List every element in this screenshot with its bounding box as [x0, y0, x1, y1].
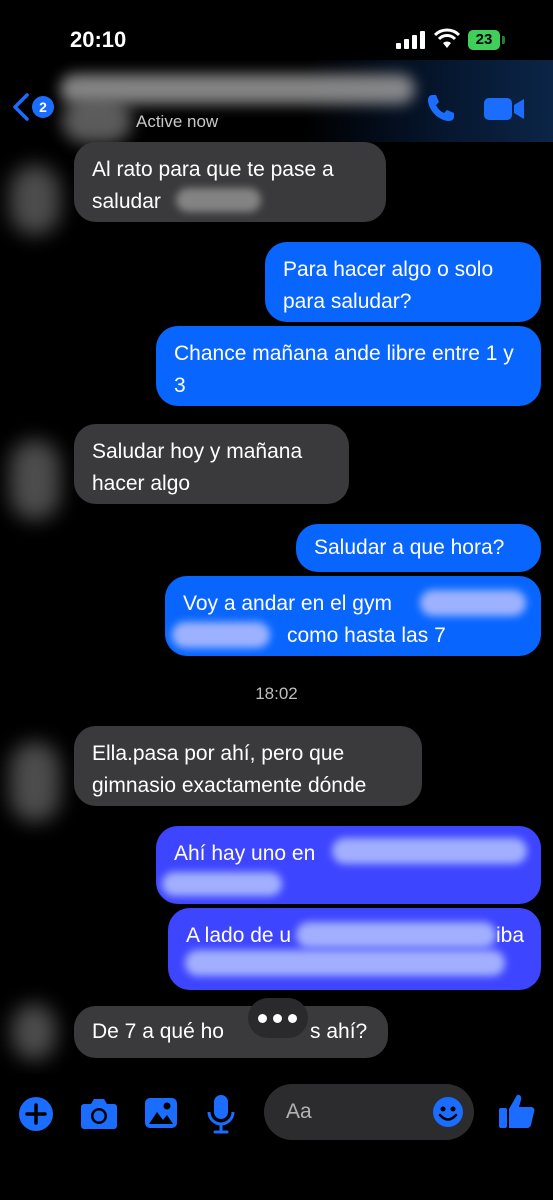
message-input-placeholder: Aa [286, 1100, 312, 1123]
outgoing-message[interactable]: Para hacer algo o solo para saludar? [265, 242, 541, 322]
phone-call-icon[interactable] [425, 92, 457, 124]
redacted-text [185, 950, 505, 976]
message-text: Chance mañana ande libre entre 1 y 3 [174, 342, 514, 397]
sender-avatar[interactable] [10, 165, 60, 235]
incoming-message[interactable]: Ella.pasa por ahí, pero que gimnasio exa… [74, 726, 422, 806]
incoming-message[interactable]: De 7 a qué ho s ahí? [74, 1006, 388, 1058]
status-time: 20:10 [70, 27, 127, 52]
redacted-text [332, 838, 527, 864]
message-timestamp: 18:02 [255, 684, 298, 703]
message-text-fragment: s ahí? [310, 1020, 368, 1043]
message-text-fragment: iba [496, 924, 525, 947]
sender-avatar[interactable] [10, 440, 60, 520]
redacted-text [162, 872, 282, 896]
redacted-text [172, 622, 270, 648]
outgoing-message[interactable]: Saludar a que hora? [296, 524, 541, 572]
message-text: De 7 a qué ho [92, 1020, 224, 1043]
battery-indicator: 23 [468, 30, 500, 50]
incoming-message[interactable]: Saludar hoy y mañana hacer algo [74, 424, 349, 504]
message-text: Saludar a que hora? [314, 536, 505, 559]
wifi-icon [434, 28, 460, 48]
message-text: Saludar hoy y mañana hacer algo [92, 440, 303, 495]
video-call-icon[interactable] [483, 94, 525, 124]
active-status: Active now [136, 112, 219, 131]
typing-indicator [248, 998, 308, 1038]
redacted-text [296, 922, 496, 948]
redacted-text [420, 590, 526, 616]
cellular-signal-icon [396, 31, 426, 49]
plus-icon[interactable] [18, 1096, 54, 1132]
camera-icon[interactable] [80, 1096, 118, 1130]
unread-count-badge[interactable]: 2 [32, 96, 54, 118]
back-chevron-icon[interactable] [10, 92, 32, 122]
message-text: A lado de u [186, 924, 292, 947]
redacted-text [176, 188, 261, 212]
message-text: Ella.pasa por ahí, pero que gimnasio exa… [92, 742, 367, 797]
sender-avatar[interactable] [10, 742, 60, 822]
contact-avatar[interactable] [62, 98, 132, 143]
thumbs-up-icon[interactable] [498, 1092, 536, 1130]
message-text: Para hacer algo o solo para saludar? [283, 258, 494, 313]
microphone-icon[interactable] [206, 1094, 236, 1134]
outgoing-message[interactable]: Chance mañana ande libre entre 1 y 3 [156, 326, 541, 406]
sender-avatar[interactable] [12, 1004, 56, 1060]
message-text: Ahí hay uno en [174, 842, 316, 865]
outgoing-message[interactable]: A lado de u iba [168, 908, 541, 990]
battery-tip [502, 36, 505, 44]
emoji-icon[interactable] [432, 1096, 464, 1128]
image-icon[interactable] [144, 1096, 178, 1130]
